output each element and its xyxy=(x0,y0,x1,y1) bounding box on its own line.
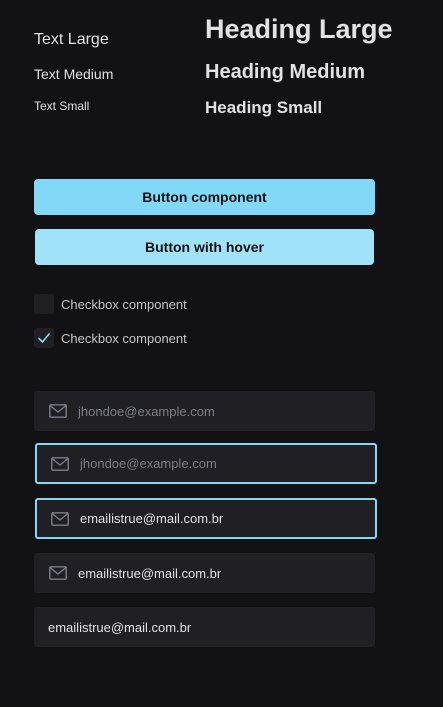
envelope-icon xyxy=(49,566,67,580)
checkbox-unchecked[interactable] xyxy=(34,294,54,314)
check-icon xyxy=(38,333,50,343)
email-input[interactable] xyxy=(48,619,308,635)
envelope-icon xyxy=(51,511,69,526)
text-large-sample: Text Large xyxy=(34,31,109,48)
email-input[interactable] xyxy=(80,456,340,471)
hover-button[interactable]: Button with hover xyxy=(35,229,374,265)
email-field-placeholder[interactable] xyxy=(34,391,375,431)
checkbox-checked[interactable] xyxy=(34,328,54,348)
email-field-no-icon[interactable] xyxy=(34,607,375,647)
checkbox-label: Checkbox component xyxy=(61,296,187,312)
heading-small-sample: Heading Small xyxy=(205,98,323,117)
envelope-icon xyxy=(49,404,67,418)
heading-medium-sample: Heading Medium xyxy=(205,61,366,83)
email-field-focused-filled[interactable] xyxy=(35,498,377,539)
checkbox-row-unchecked[interactable]: Checkbox component xyxy=(34,294,187,314)
text-medium-sample: Text Medium xyxy=(34,66,114,82)
email-input[interactable] xyxy=(78,403,338,419)
email-input[interactable] xyxy=(80,511,340,526)
heading-large-sample: Heading Large xyxy=(205,14,393,44)
primary-button[interactable]: Button component xyxy=(34,179,375,215)
email-field-focused-placeholder[interactable] xyxy=(35,443,377,484)
email-input[interactable] xyxy=(78,565,338,581)
envelope-icon xyxy=(51,456,69,471)
checkbox-row-checked[interactable]: Checkbox component xyxy=(34,328,187,348)
checkbox-label: Checkbox component xyxy=(61,330,187,346)
email-field-filled[interactable] xyxy=(34,553,375,593)
text-small-sample: Text Small xyxy=(34,99,90,113)
